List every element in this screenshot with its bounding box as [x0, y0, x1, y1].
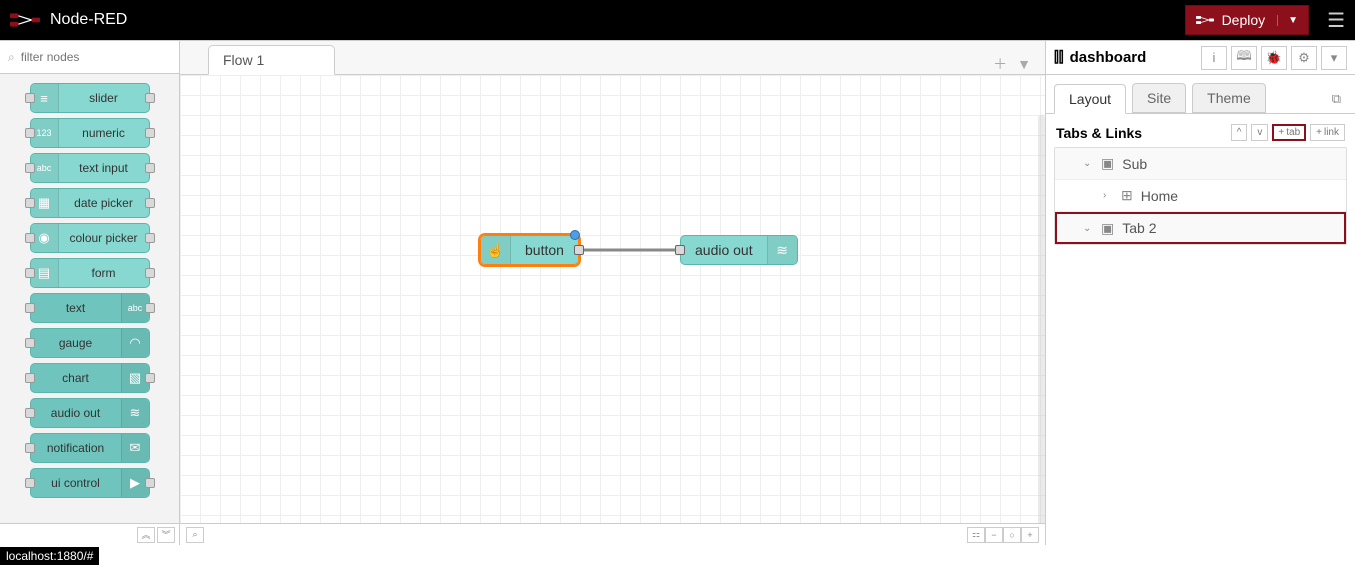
sidebar-menu-button[interactable]: ▾	[1321, 46, 1347, 70]
palette-footer: ︽ ︾	[0, 523, 179, 545]
dashboard-tabs: Layout Site Theme ⧉	[1046, 75, 1355, 114]
numeric-icon: 123	[31, 119, 59, 147]
gauge-icon: ◠	[121, 329, 149, 357]
palette-node-chart[interactable]: chart▧	[30, 363, 150, 393]
dashboard-tab-theme[interactable]: Theme	[1192, 83, 1266, 113]
add-tab-button-sidebar[interactable]: + tab	[1272, 124, 1306, 141]
palette-filter[interactable]: ⌕	[0, 41, 179, 74]
canvas-scrollbar[interactable]	[1038, 115, 1045, 523]
main-menu-button[interactable]: ☰	[1327, 8, 1345, 33]
sidebar-title: ⫿⫿ dashboard	[1054, 49, 1146, 66]
palette-node-audio-out[interactable]: audio out≋	[30, 398, 150, 428]
group-icon: ⊞	[1121, 187, 1133, 204]
palette-node-ui-control[interactable]: ui control▶	[30, 468, 150, 498]
tree-row-home[interactable]: › ⊞ Home	[1055, 180, 1346, 212]
text-input-icon: abc	[31, 154, 59, 182]
palette-node-text[interactable]: textabc	[30, 293, 150, 323]
sidebar-help-button[interactable]: 🕮	[1231, 46, 1257, 70]
add-link-button[interactable]: + link	[1310, 124, 1345, 141]
move-up-button[interactable]: ^	[1231, 124, 1248, 141]
workspace: Flow 1 ＋ ▼ ☝ button audio out ≋	[180, 41, 1045, 545]
palette-node-date-picker[interactable]: ▦date picker	[30, 188, 150, 218]
sidebar-config-button[interactable]: ⚙	[1291, 46, 1317, 70]
app-header: Node-RED Deploy ▼ ☰	[0, 0, 1355, 40]
tab-menu-button[interactable]: ▼	[1017, 56, 1031, 72]
chevron-down-icon: ⌄	[1083, 158, 1093, 169]
palette-node-form[interactable]: ▤form	[30, 258, 150, 288]
node-output-port[interactable]	[574, 245, 584, 255]
audio-icon: ≋	[121, 399, 149, 427]
tabs-tree: ⌄ ▣ Sub › ⊞ Home ⌄ ▣ Tab 2	[1054, 147, 1347, 245]
palette-node-numeric[interactable]: 123numeric	[30, 118, 150, 148]
browser-address: localhost:1880/#	[0, 547, 99, 565]
canvas-navigator-button[interactable]: ⚏	[967, 527, 985, 543]
deploy-button[interactable]: Deploy ▼	[1185, 5, 1310, 35]
workspace-tabs: Flow 1 ＋ ▼	[180, 41, 1045, 75]
deploy-dropdown-icon[interactable]: ▼	[1277, 15, 1298, 26]
flow-node-audio-out[interactable]: audio out ≋	[680, 235, 798, 265]
chevron-right-icon: ›	[1103, 190, 1113, 201]
tab-icon: ▣	[1101, 220, 1114, 237]
chevron-down-icon: ⌄	[1083, 223, 1093, 234]
node-changed-indicator	[570, 230, 580, 240]
app-logo: Node-RED	[10, 11, 127, 29]
tab-flow-1[interactable]: Flow 1	[208, 45, 335, 75]
sidebar-header: ⫿⫿ dashboard i 🕮 🐞 ⚙ ▾	[1046, 41, 1355, 75]
deploy-label: Deploy	[1222, 12, 1266, 28]
add-tab-button[interactable]: ＋	[993, 54, 1007, 74]
deploy-icon	[1196, 13, 1214, 27]
sidebar-info-button[interactable]: i	[1201, 46, 1227, 70]
dashboard-icon: ⫿⫿	[1054, 49, 1064, 66]
zoom-reset-button[interactable]: ○	[1003, 527, 1021, 543]
dashboard-tab-site[interactable]: Site	[1132, 83, 1186, 113]
flow-node-button[interactable]: ☝ button	[480, 235, 579, 265]
palette-node-slider[interactable]: ≡slider	[30, 83, 150, 113]
tab-icon: ▣	[1101, 155, 1114, 172]
node-red-logo-icon	[10, 11, 40, 29]
zoom-in-button[interactable]: +	[1021, 527, 1039, 543]
sidebar-panel: ⫿⫿ dashboard i 🕮 🐞 ⚙ ▾ Layout Site Theme…	[1045, 41, 1355, 545]
search-icon: ⌕	[8, 50, 15, 65]
node-input-port[interactable]	[675, 245, 685, 255]
calendar-icon: ▦	[31, 189, 59, 217]
canvas-search-button[interactable]: ⌕	[186, 527, 204, 543]
flow-canvas[interactable]: ☝ button audio out ≋	[180, 75, 1045, 523]
palette-node-list: ≡slider 123numeric abctext input ▦date p…	[0, 74, 179, 523]
palette-collapse-button[interactable]: ︽	[137, 527, 155, 543]
form-icon: ▤	[31, 259, 59, 287]
zoom-out-button[interactable]: −	[985, 527, 1003, 543]
palette-node-notification[interactable]: notification✉	[30, 433, 150, 463]
audio-icon: ≋	[767, 236, 797, 264]
palette-panel: ⌕ ≡slider 123numeric abctext input ▦date…	[0, 41, 180, 545]
mail-icon: ✉	[121, 434, 149, 462]
statusbar: localhost:1880/#	[0, 545, 1355, 565]
open-dashboard-button[interactable]: ⧉	[1326, 85, 1347, 113]
tree-row-tab2[interactable]: ⌄ ▣ Tab 2	[1055, 212, 1346, 244]
slider-icon: ≡	[31, 84, 59, 112]
palette-node-gauge[interactable]: gauge◠	[30, 328, 150, 358]
tree-row-sub[interactable]: ⌄ ▣ Sub	[1055, 148, 1346, 180]
palette-filter-input[interactable]	[21, 50, 176, 64]
button-icon: ☝	[481, 236, 511, 264]
sidebar-debug-button[interactable]: 🐞	[1261, 46, 1287, 70]
palette-icon: ◉	[31, 224, 59, 252]
palette-node-colour-picker[interactable]: ◉colour picker	[30, 223, 150, 253]
dashboard-tab-layout[interactable]: Layout	[1054, 84, 1126, 114]
palette-node-text-input[interactable]: abctext input	[30, 153, 150, 183]
app-name: Node-RED	[50, 11, 127, 29]
canvas-footer: ⌕ ⚏ − ○ +	[180, 523, 1045, 545]
move-down-button[interactable]: v	[1251, 124, 1268, 141]
palette-expand-button[interactable]: ︾	[157, 527, 175, 543]
tabs-links-header: Tabs & Links ^ v + tab + link	[1046, 114, 1355, 147]
